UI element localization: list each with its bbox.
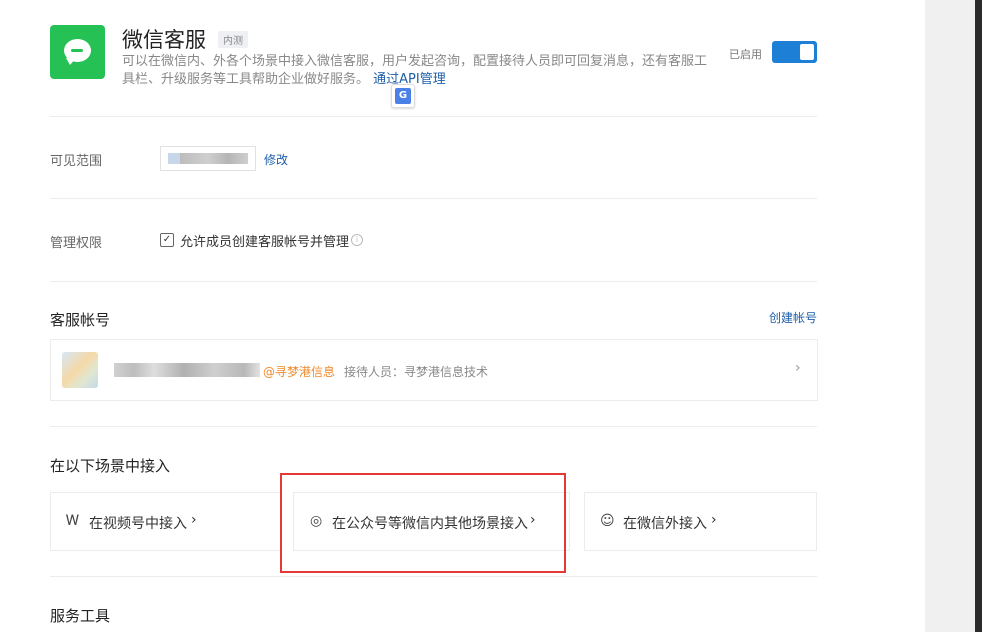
scene-channels-card[interactable]: Ꮃ 在视频号中接入 › (50, 492, 282, 551)
account-name-redacted (114, 363, 260, 377)
app-title: 微信客服 (122, 28, 206, 52)
tools-title: 服务工具 (50, 607, 111, 625)
app-description: 可以在微信内、外各个场景中接入微信客服，用户发起咨询，配置接待人员即可回复消息，… (122, 53, 707, 89)
avatar (62, 352, 98, 388)
window-edge (975, 0, 982, 632)
divider (50, 426, 817, 427)
visible-scope-value (160, 146, 256, 171)
enable-toggle[interactable] (772, 41, 817, 63)
scene-outside-label: 在微信外接入 (623, 516, 707, 532)
channels-icon: Ꮃ (66, 513, 80, 529)
right-gutter (925, 0, 975, 632)
accounts-title: 客服帐号 (50, 311, 111, 329)
scene-outside-card[interactable]: ☺ 在微信外接入 › (584, 492, 817, 551)
account-staff: 接待人员：寻梦港信息技术 (344, 365, 489, 379)
chevron-right-icon: › (191, 512, 197, 528)
chevron-right-icon: › (711, 512, 717, 528)
translate-icon[interactable]: G (391, 84, 415, 108)
chevron-right-icon[interactable]: › (795, 360, 801, 376)
beta-badge: 内测 (218, 31, 248, 48)
edit-scope-link[interactable]: 修改 (264, 151, 288, 168)
divider (50, 576, 817, 577)
allow-create-checkbox[interactable]: ✓ (160, 233, 174, 247)
permissions-label: 管理权限 (50, 236, 103, 251)
toggle-knob (800, 44, 814, 60)
create-account-link[interactable]: 创建帐号 (769, 309, 817, 326)
divider (50, 198, 817, 199)
allow-create-label: 允许成员创建客服帐号并管理 (180, 235, 350, 250)
visible-scope-label: 可见范围 (50, 154, 103, 169)
scenes-title: 在以下场景中接入 (50, 457, 171, 475)
info-icon[interactable]: i (351, 234, 363, 246)
chat-bubble-icon: ☺ (600, 513, 615, 529)
status-label: 已启用 (729, 48, 762, 61)
wechat-service-icon (50, 25, 105, 79)
account-org-tag: @寻梦港信息 (263, 365, 336, 379)
scene-channels-label: 在视频号中接入 (89, 516, 187, 532)
divider (50, 281, 817, 282)
divider (50, 116, 817, 117)
highlight-annotation (280, 473, 566, 573)
